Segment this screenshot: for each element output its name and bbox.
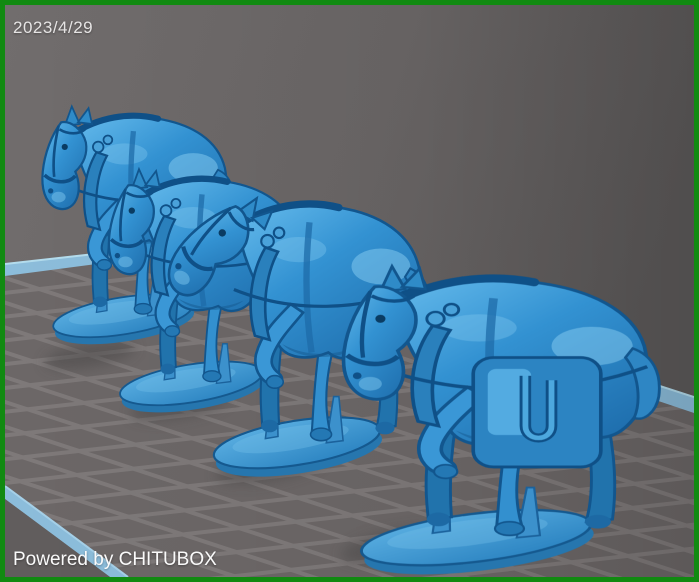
slicer-viewport[interactable]: [5, 5, 694, 577]
window-frame: 2023/4/29 Powered by CHITUBOX: [0, 0, 699, 582]
